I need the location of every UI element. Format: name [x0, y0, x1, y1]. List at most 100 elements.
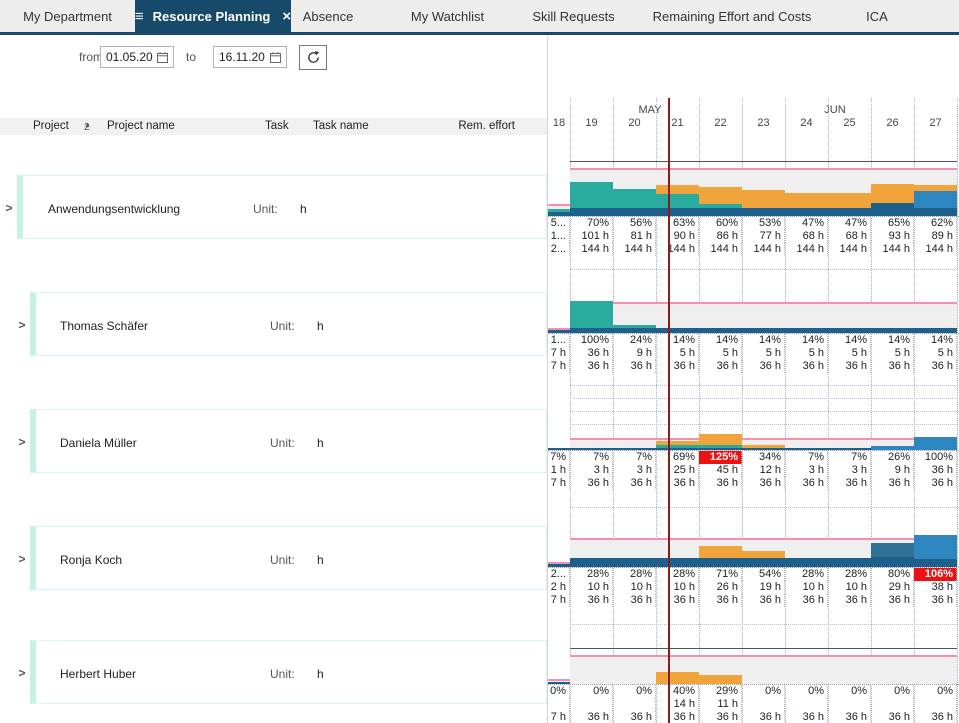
value-cell: 1... — [548, 230, 570, 243]
utilization-bar-stack — [785, 257, 828, 333]
column-header-project-name[interactable]: Project name — [107, 120, 175, 132]
value-cell: 5 h — [742, 347, 785, 360]
tab-skill-requests[interactable]: Skill Requests — [530, 0, 617, 32]
week-label: 20 — [613, 117, 656, 131]
value-cell: 5 h — [871, 347, 914, 360]
value-cell: 144 h — [871, 243, 914, 256]
value-rows: 1...100%24%14%14%14%14%14%14%14%7 h36 h9… — [548, 334, 959, 373]
column-header-task[interactable]: Task — [265, 120, 289, 132]
expander-icon[interactable]: > — [16, 552, 28, 566]
utilization-plot — [548, 141, 959, 217]
utilization-bar-stack — [548, 608, 570, 684]
value-cell: 36 h — [828, 711, 871, 723]
value-cell: 9 h — [871, 464, 914, 477]
bar-segment-db — [570, 558, 613, 567]
utilization-plot — [548, 375, 959, 451]
tab-bar: My Department ≡Resource Planning×AbsenceM… — [0, 0, 959, 35]
value-cell: 81 h — [613, 230, 656, 243]
bar-segment-teal — [699, 204, 742, 208]
tab-my-department[interactable]: My Department — [0, 0, 135, 32]
bar-segment-db — [742, 558, 785, 567]
value-cell: 36 h — [785, 711, 828, 723]
utilization-bar-stack — [656, 608, 699, 684]
week-label: 27 — [914, 117, 957, 131]
refresh-button[interactable] — [299, 45, 327, 70]
person-row-card[interactable]: Daniela MüllerUnit:h — [30, 409, 547, 473]
tab-my-watchlist[interactable]: My Watchlist — [365, 0, 530, 32]
expander-icon[interactable]: > — [16, 318, 28, 332]
person-name: Thomas Schäfer — [60, 319, 148, 333]
value-line-used: 2 h10 h10 h10 h26 h19 h10 h10 h29 h38 h — [548, 581, 959, 594]
value-cell: 7% — [828, 451, 871, 464]
date-to-input[interactable]: 16.11.20 — [213, 46, 287, 68]
bar-segment-db — [656, 558, 699, 567]
tab-label: Skill Requests — [532, 9, 614, 24]
value-cell: 3 h — [785, 464, 828, 477]
value-cell: 34% — [742, 451, 785, 464]
value-cell: 77 h — [742, 230, 785, 243]
utilization-bar-stack — [570, 491, 613, 567]
utilization-bar-stack — [828, 140, 871, 216]
person-row-card[interactable]: Ronja KochUnit:h — [30, 526, 547, 590]
value-line-cap: 7 h36 h36 h36 h36 h36 h36 h36 h36 h36 h — [548, 477, 959, 490]
menu-burger-icon[interactable]: ≡ — [135, 8, 144, 25]
week-label: 21 — [656, 117, 699, 131]
bar-segment-teal — [656, 445, 699, 448]
value-cell: 36 h — [828, 477, 871, 490]
date-from-input[interactable]: 01.05.20 — [100, 46, 174, 68]
value-cell: 10 h — [570, 581, 613, 594]
bar-segment-db — [828, 208, 871, 216]
value-cell: 36 h — [742, 360, 785, 373]
bar-segment-sb — [871, 543, 914, 557]
value-cell: 36 h — [656, 711, 699, 723]
value-cell: 5 h — [828, 347, 871, 360]
tab-absence[interactable]: Absence — [291, 0, 365, 32]
value-line-pct: 0%0%0%40%29%0%0%0%0%0% — [548, 685, 959, 698]
week-label: 23 — [742, 117, 785, 131]
person-row-card[interactable]: Thomas SchäferUnit:h — [30, 292, 547, 356]
bar-segment-or — [656, 441, 699, 445]
project-row-card[interactable]: AnwendungsentwicklungUnit:h — [17, 175, 547, 239]
value-cell: 12 h — [742, 464, 785, 477]
value-cell: 60% — [699, 217, 742, 230]
tab-resource-planning[interactable]: ≡Resource Planning× — [135, 0, 291, 32]
column-header-project[interactable]: Project — [33, 120, 69, 132]
value-cell: 36 h — [570, 477, 613, 490]
expander-icon[interactable]: > — [3, 201, 15, 215]
value-cell: 68 h — [828, 230, 871, 243]
utilization-bar-stack — [570, 140, 613, 216]
value-cell: 69% — [656, 451, 699, 464]
tab-remaining-effort-and-costs[interactable]: Remaining Effort and Costs — [617, 0, 847, 32]
value-cell: 14% — [656, 334, 699, 347]
tab-ica[interactable]: ICA — [847, 0, 907, 32]
bar-segment-or — [656, 672, 699, 684]
expander-icon[interactable]: > — [16, 435, 28, 449]
value-line-pct: 7%7%7%69%125%34%7%7%26%100% — [548, 451, 959, 464]
value-cell: 106% — [914, 568, 957, 581]
expander-icon[interactable]: > — [16, 666, 28, 680]
value-cell: 36 h — [699, 477, 742, 490]
bar-segment-or — [699, 675, 742, 684]
week-label: 22 — [699, 117, 742, 131]
bar-segment-or — [742, 445, 785, 448]
value-line-used: 7 h36 h9 h5 h5 h5 h5 h5 h5 h5 h — [548, 347, 959, 360]
value-cell: 26% — [871, 451, 914, 464]
value-cell: 7 h — [548, 360, 570, 373]
value-cell: 28% — [828, 568, 871, 581]
column-header-task-name[interactable]: Task name — [313, 120, 369, 132]
value-cell: 7% — [613, 451, 656, 464]
tab-label: My Department — [23, 9, 112, 24]
column-header-rem-effort[interactable]: Rem. effort — [455, 120, 515, 132]
value-cell: 36 h — [656, 477, 699, 490]
value-cell — [785, 698, 828, 711]
value-rows: 0%0%0%40%29%0%0%0%0%0%14 h11 h7 h36 h36 … — [548, 685, 959, 723]
value-line-used: 1...101 h81 h90 h86 h77 h68 h68 h93 h89 … — [548, 230, 959, 243]
person-name: Herbert Huber — [60, 667, 136, 681]
utilization-bar-stack — [785, 140, 828, 216]
value-cell: 45 h — [699, 464, 742, 477]
person-row-card[interactable]: Herbert HuberUnit:h — [30, 640, 547, 704]
value-cell: 25 h — [656, 464, 699, 477]
tab-close-icon[interactable]: × — [282, 8, 291, 25]
value-cell: 144 h — [570, 243, 613, 256]
utilization-plot — [548, 492, 959, 568]
